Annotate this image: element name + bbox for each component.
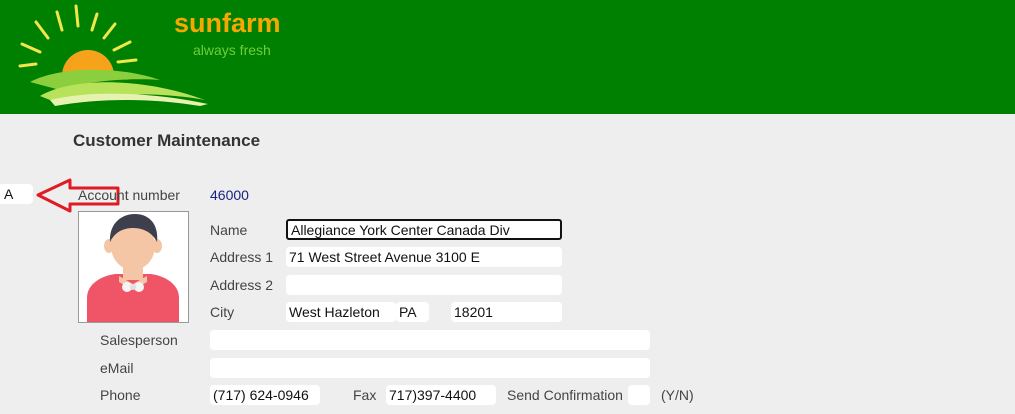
page-title: Customer Maintenance (73, 131, 261, 150)
name-input[interactable] (286, 219, 562, 240)
city-input[interactable] (286, 302, 396, 322)
left-code-field[interactable] (0, 184, 33, 204)
city-label: City (210, 304, 235, 320)
fax-input[interactable] (386, 385, 496, 405)
phone-label: Phone (100, 387, 141, 403)
brand-tagline: always fresh (193, 42, 271, 58)
send-confirmation-label: Send Confirmation (507, 387, 623, 403)
account-number-label: Account number (78, 187, 180, 203)
send-confirmation-input[interactable] (628, 385, 650, 405)
zip-input[interactable] (451, 302, 562, 322)
email-input[interactable] (210, 358, 650, 378)
customer-avatar-icon (87, 214, 179, 322)
header-banner: sunfarm always fresh (0, 0, 1015, 114)
salesperson-input[interactable] (210, 330, 650, 350)
state-input[interactable] (396, 302, 429, 322)
email-label: eMail (100, 360, 134, 376)
salesperson-label: Salesperson (100, 332, 178, 348)
address1-label: Address 1 (210, 249, 274, 265)
brand-name: sunfarm (174, 8, 281, 38)
account-number-value: 46000 (210, 187, 249, 203)
phone-input[interactable] (210, 385, 320, 405)
fax-label: Fax (353, 387, 377, 403)
yes-no-hint: (Y/N) (661, 387, 694, 403)
name-label: Name (210, 222, 248, 238)
address2-label: Address 2 (210, 277, 274, 293)
address2-input[interactable] (286, 275, 562, 295)
address1-input[interactable] (286, 247, 562, 267)
customer-photo (78, 211, 189, 323)
